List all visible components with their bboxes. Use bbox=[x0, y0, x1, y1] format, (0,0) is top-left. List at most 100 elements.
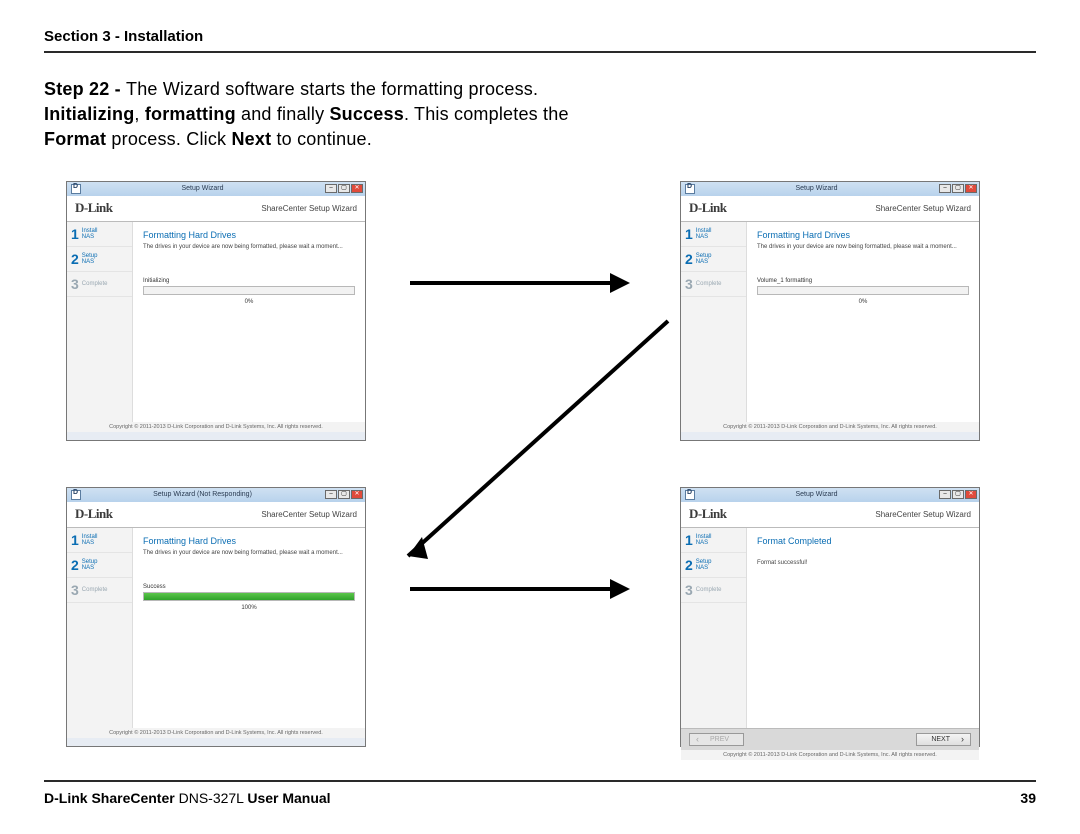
format-note: The drives in your device are now being … bbox=[143, 550, 355, 556]
wizard-navbar: PREV NEXT bbox=[681, 728, 979, 750]
minimize-icon[interactable]: – bbox=[939, 490, 951, 499]
minimize-icon[interactable]: – bbox=[325, 184, 337, 193]
progress-bar bbox=[143, 286, 355, 295]
maximize-icon[interactable]: ▢ bbox=[338, 184, 350, 193]
window-title: Setup Wizard bbox=[695, 491, 938, 498]
sidebar-step-1: 1InstallNAS bbox=[67, 528, 132, 553]
wizard-main: Formatting Hard Drives The drives in you… bbox=[747, 222, 979, 422]
screenshot-initializing: Setup Wizard – ▢ ✕ D-Link ShareCenter Se… bbox=[66, 181, 366, 441]
sidebar-step-2: 2SetupNAS bbox=[681, 247, 746, 272]
arrow-diagonal-icon bbox=[378, 311, 678, 586]
step-paragraph: Step 22 - The Wizard software starts the… bbox=[44, 77, 614, 153]
sidebar-step-3: 3Complete bbox=[67, 272, 132, 297]
wizard-subtitle: ShareCenter Setup Wizard bbox=[875, 204, 971, 213]
titlebar: Setup Wizard – ▢ ✕ bbox=[681, 182, 979, 196]
sidebar-step-3: 3Complete bbox=[681, 578, 746, 603]
sidebar-step-1: 1InstallNAS bbox=[681, 222, 746, 247]
step-line1: The Wizard software starts the formattin… bbox=[126, 79, 538, 99]
wizard-subtitle: ShareCenter Setup Wizard bbox=[261, 204, 357, 213]
titlebar: Setup Wizard – ▢ ✕ bbox=[67, 182, 365, 196]
wizard-main: Format Completed Format successful! bbox=[747, 528, 979, 728]
window-title: Setup Wizard (Not Responding) bbox=[81, 491, 324, 498]
close-icon[interactable]: ✕ bbox=[965, 184, 977, 193]
format-note: The drives in your device are now being … bbox=[757, 244, 969, 250]
app-icon bbox=[71, 490, 81, 500]
titlebar: Setup Wizard (Not Responding) – ▢ ✕ bbox=[67, 488, 365, 502]
minimize-icon[interactable]: – bbox=[325, 490, 337, 499]
bold-next: Next bbox=[231, 129, 271, 149]
sidebar-step-2: 2SetupNAS bbox=[67, 553, 132, 578]
sidebar-step-3: 3Complete bbox=[67, 578, 132, 603]
window-controls: – ▢ ✕ bbox=[938, 184, 977, 193]
maximize-icon[interactable]: ▢ bbox=[952, 184, 964, 193]
brand-logo: D-Link bbox=[75, 506, 112, 522]
bold-format: Format bbox=[44, 129, 106, 149]
app-icon bbox=[71, 184, 81, 194]
sidebar-step-3: 3Complete bbox=[681, 272, 746, 297]
window-title: Setup Wizard bbox=[695, 185, 938, 192]
window-controls: – ▢ ✕ bbox=[324, 490, 363, 499]
titlebar: Setup Wizard – ▢ ✕ bbox=[681, 488, 979, 502]
minimize-icon[interactable]: – bbox=[939, 184, 951, 193]
footer-title: D-Link ShareCenter DNS-327L User Manual bbox=[44, 790, 331, 806]
brand-logo: D-Link bbox=[75, 200, 112, 216]
maximize-icon[interactable]: ▢ bbox=[338, 490, 350, 499]
main-heading: Formatting Hard Drives bbox=[143, 230, 355, 240]
arrow-right-icon bbox=[400, 569, 640, 614]
screenshot-success: Setup Wizard (Not Responding) – ▢ ✕ D-Li… bbox=[66, 487, 366, 747]
sidebar-step-1: 1InstallNAS bbox=[67, 222, 132, 247]
wizard-header: D-Link ShareCenter Setup Wizard bbox=[67, 502, 365, 528]
copyright: Copyright © 2011-2013 D-Link Corporation… bbox=[67, 728, 365, 738]
app-icon bbox=[685, 184, 695, 194]
copyright: Copyright © 2011-2013 D-Link Corporation… bbox=[67, 422, 365, 432]
progress-percent: 100% bbox=[143, 605, 355, 611]
wizard-header: D-Link ShareCenter Setup Wizard bbox=[681, 196, 979, 222]
bold-formatting: formatting bbox=[145, 104, 236, 124]
step-number: Step 22 - bbox=[44, 79, 126, 99]
wizard-sidebar: 1InstallNAS 2SetupNAS 3Complete bbox=[681, 528, 747, 728]
brand-logo: D-Link bbox=[689, 506, 726, 522]
wizard-header: D-Link ShareCenter Setup Wizard bbox=[681, 502, 979, 528]
wizard-main: Formatting Hard Drives The drives in you… bbox=[133, 222, 365, 422]
screenshot-volume-formatting: Setup Wizard – ▢ ✕ D-Link ShareCenter Se… bbox=[680, 181, 980, 441]
format-note: The drives in your device are now being … bbox=[143, 244, 355, 250]
main-heading: Formatting Hard Drives bbox=[143, 536, 355, 546]
bold-initializing: Initializing bbox=[44, 104, 134, 124]
app-icon bbox=[685, 490, 695, 500]
screenshots-grid: Setup Wizard – ▢ ✕ D-Link ShareCenter Se… bbox=[44, 181, 1036, 761]
copyright: Copyright © 2011-2013 D-Link Corporation… bbox=[681, 422, 979, 432]
sidebar-step-1: 1InstallNAS bbox=[681, 528, 746, 553]
wizard-sidebar: 1InstallNAS 2SetupNAS 3Complete bbox=[681, 222, 747, 422]
prev-button: PREV bbox=[689, 733, 744, 746]
progress-bar bbox=[143, 592, 355, 601]
page-number: 39 bbox=[1020, 790, 1036, 806]
bold-success: Success bbox=[329, 104, 403, 124]
wizard-sidebar: 1InstallNAS 2SetupNAS 3Complete bbox=[67, 528, 133, 728]
status-text: Volume_1 formatting bbox=[757, 278, 969, 284]
sidebar-step-2: 2SetupNAS bbox=[67, 247, 132, 272]
section-header: Section 3 - Installation bbox=[44, 28, 1036, 53]
wizard-main: Formatting Hard Drives The drives in you… bbox=[133, 528, 365, 728]
window-controls: – ▢ ✕ bbox=[324, 184, 363, 193]
page-footer: D-Link ShareCenter DNS-327L User Manual … bbox=[44, 780, 1036, 806]
arrow-right-icon bbox=[400, 263, 640, 308]
window-title: Setup Wizard bbox=[81, 185, 324, 192]
wizard-header: D-Link ShareCenter Setup Wizard bbox=[67, 196, 365, 222]
wizard-sidebar: 1InstallNAS 2SetupNAS 3Complete bbox=[67, 222, 133, 422]
status-text: Initializing bbox=[143, 278, 355, 284]
wizard-subtitle: ShareCenter Setup Wizard bbox=[875, 510, 971, 519]
screenshot-format-completed: Setup Wizard – ▢ ✕ D-Link ShareCenter Se… bbox=[680, 487, 980, 747]
window-controls: – ▢ ✕ bbox=[938, 490, 977, 499]
close-icon[interactable]: ✕ bbox=[351, 184, 363, 193]
close-icon[interactable]: ✕ bbox=[351, 490, 363, 499]
copyright: Copyright © 2011-2013 D-Link Corporation… bbox=[681, 750, 979, 760]
maximize-icon[interactable]: ▢ bbox=[952, 490, 964, 499]
sidebar-step-2: 2SetupNAS bbox=[681, 553, 746, 578]
done-note: Format successful! bbox=[757, 560, 969, 566]
wizard-subtitle: ShareCenter Setup Wizard bbox=[261, 510, 357, 519]
next-button[interactable]: NEXT bbox=[916, 733, 971, 746]
main-heading: Format Completed bbox=[757, 536, 969, 546]
brand-logo: D-Link bbox=[689, 200, 726, 216]
close-icon[interactable]: ✕ bbox=[965, 490, 977, 499]
progress-bar bbox=[757, 286, 969, 295]
